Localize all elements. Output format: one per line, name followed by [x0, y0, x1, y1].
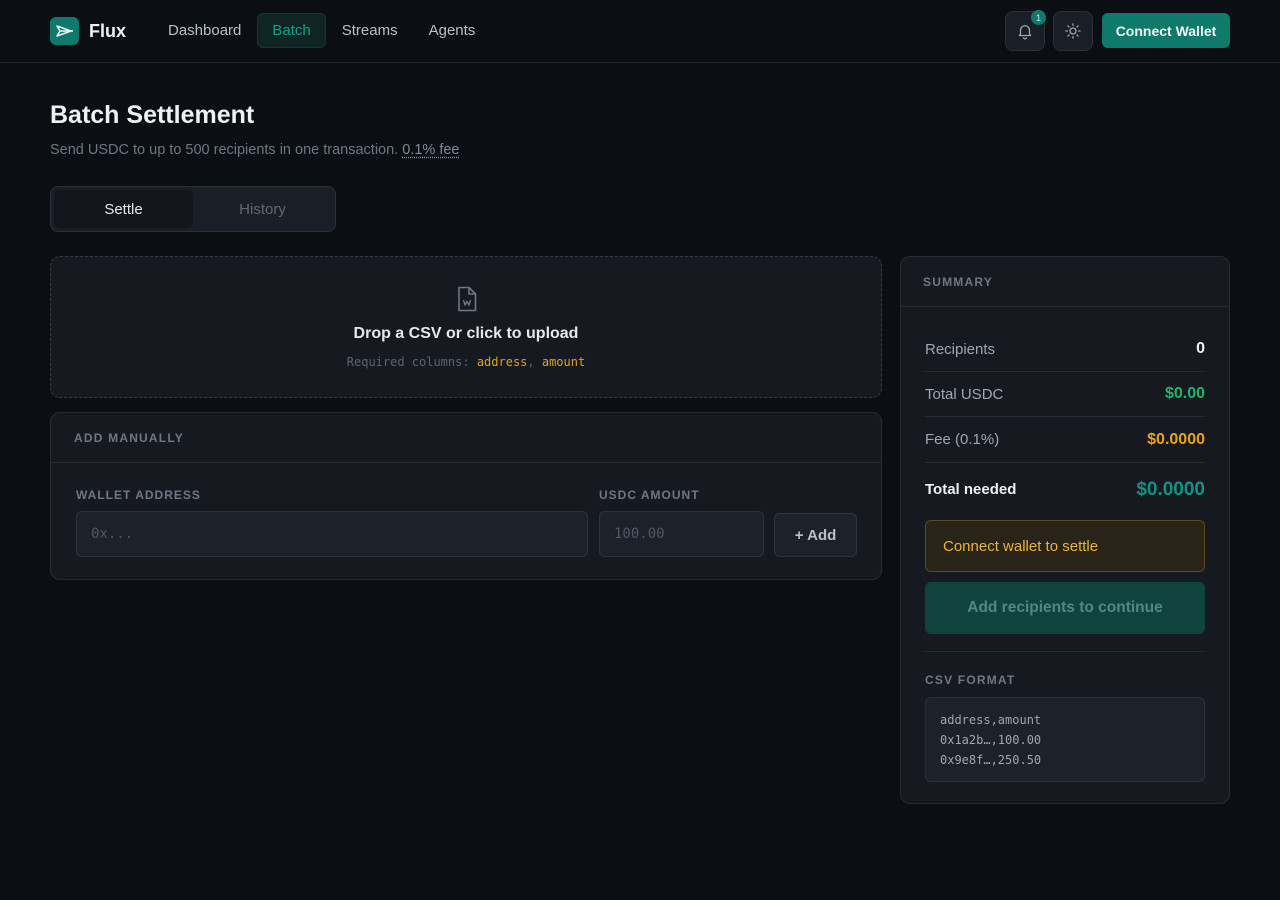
- summary-row-recipients: Recipients 0: [925, 327, 1205, 372]
- summary-row-fee: Fee (0.1%) $0.0000: [925, 417, 1205, 463]
- mode-tabs: Settle History: [50, 186, 336, 232]
- theme-toggle-button[interactable]: [1053, 11, 1093, 51]
- bell-icon: [1018, 25, 1032, 40]
- fee-link[interactable]: 0.1% fee: [402, 142, 459, 158]
- usdc-amount-input[interactable]: [599, 511, 764, 557]
- tab-history[interactable]: History: [193, 190, 332, 228]
- brand-name: Flux: [89, 20, 127, 41]
- subtitle-text: Send USDC to up to 500 recipients in one…: [50, 142, 399, 158]
- wallet-address-input[interactable]: [76, 511, 588, 557]
- required-prefix: Required columns:: [346, 355, 470, 369]
- csv-dropzone[interactable]: Drop a CSV or click to upload Required c…: [50, 256, 882, 398]
- csv-line: 0x1a2b…,100.00: [940, 733, 1042, 747]
- sun-icon: [1065, 23, 1081, 39]
- tab-settle[interactable]: Settle: [54, 190, 193, 228]
- summary-value: 0: [1196, 340, 1205, 357]
- summary-row-total-usdc: Total USDC $0.00: [925, 372, 1205, 417]
- upload-title: Drop a CSV or click to upload: [353, 325, 579, 342]
- notifications-button[interactable]: 1: [1005, 10, 1046, 51]
- summary-row-total-needed: Total needed $0.0000: [925, 467, 1205, 512]
- file-icon: [458, 286, 477, 312]
- notification-badge: 1: [1031, 10, 1046, 25]
- flux-logo-icon: [50, 17, 79, 45]
- connect-wallet-button[interactable]: Connect Wallet: [1102, 13, 1230, 48]
- summary-label: Fee (0.1%): [925, 431, 1000, 448]
- continue-button[interactable]: Add recipients to continue: [925, 582, 1205, 634]
- col-amount: amount: [541, 355, 586, 369]
- add-recipient-button[interactable]: + Add: [774, 513, 857, 557]
- page-title: Batch Settlement: [50, 101, 255, 129]
- usdc-amount-label: USDC AMOUNT: [599, 488, 700, 502]
- summary-label: Recipients: [925, 340, 996, 358]
- total-needed-label: Total needed: [925, 481, 1017, 498]
- csv-format-example: address,amount 0x1a2b…,100.00 0x9e8f…,25…: [925, 697, 1205, 782]
- summary-value: $0.00: [1164, 385, 1205, 402]
- divider: [925, 651, 1205, 652]
- col-address: address: [476, 355, 528, 369]
- csv-line: address,amount: [940, 713, 1042, 727]
- summary-label: Total USDC: [925, 385, 1004, 403]
- connect-wallet-warning: Connect wallet to settle: [925, 520, 1205, 572]
- nav-agents[interactable]: Agents: [414, 13, 491, 48]
- add-manually-heading: ADD MANUALLY: [51, 413, 881, 463]
- main-nav: Dashboard Batch Streams Agents: [153, 13, 491, 48]
- nav-dashboard[interactable]: Dashboard: [153, 13, 256, 48]
- summary-heading: SUMMARY: [901, 257, 1229, 307]
- csv-line: 0x9e8f…,250.50: [940, 753, 1042, 767]
- add-manually-panel: ADD MANUALLY WALLET ADDRESS USDC AMOUNT …: [50, 412, 882, 580]
- csv-format-heading: CSV FORMAT: [925, 673, 1016, 687]
- nav-streams[interactable]: Streams: [327, 13, 413, 48]
- summary-panel: SUMMARY Recipients 0 Total USDC $0.00 Fe…: [900, 256, 1230, 804]
- brand[interactable]: Flux: [50, 17, 126, 45]
- page-subtitle: Send USDC to up to 500 recipients in one…: [50, 142, 460, 158]
- required-columns: Required columns: address, amount: [346, 355, 586, 369]
- total-needed-value: $0.0000: [1136, 478, 1205, 500]
- nav-batch[interactable]: Batch: [257, 13, 326, 48]
- summary-value: $0.0000: [1147, 430, 1205, 448]
- wallet-address-label: WALLET ADDRESS: [76, 488, 201, 502]
- top-bar: Flux Dashboard Batch Streams Agents 1 Co…: [0, 0, 1280, 63]
